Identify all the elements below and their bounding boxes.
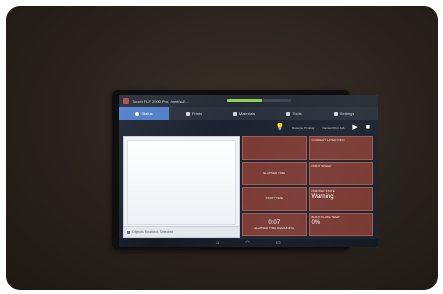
home-icon xyxy=(135,111,140,116)
print-preview[interactable]: Objects Enabled: Selected xyxy=(123,136,240,238)
home-nav-icon[interactable]: ◠ xyxy=(245,240,249,246)
status-tiles: CURRENT LAYER INFO ELAPSED TIME PRINT SP… xyxy=(242,136,373,236)
lightbulb-icon: 💡 xyxy=(275,124,285,131)
tile-label: PRINT SPEED xyxy=(311,163,332,168)
top-bar: Touch FLF 2000 Pro, /mnt/sd/… xyxy=(119,95,378,107)
android-nav-bar: ⌂ ◠ ▭ xyxy=(119,239,378,247)
tile-label: ELAPSED TIME xyxy=(263,170,286,175)
elapsed-label: ELAPSED TIME REMAINING xyxy=(254,225,295,230)
preview-footer-label: Objects Enabled: Selected xyxy=(132,230,174,234)
tab-materials[interactable]: Materials xyxy=(219,107,269,120)
status-tile: CURRENT LAYER INFO xyxy=(308,136,373,160)
app-logo-icon xyxy=(123,98,129,104)
device-screen: Touch FLF 2000 Pro, /mnt/sd/… Status Pri… xyxy=(119,95,378,247)
list-icon xyxy=(185,111,190,116)
back-icon[interactable]: ⌂ xyxy=(216,240,219,246)
tile-label: CURRENT LAYER INFO xyxy=(311,138,345,142)
tab-tools[interactable]: Tools xyxy=(269,107,319,120)
resume-label: Resume Printing xyxy=(292,125,315,130)
app-title: Touch FLF 2000 Pro, /mnt/sd/… xyxy=(132,98,189,104)
tile-label: BUILD PLATE TEMP xyxy=(311,214,340,219)
tab-settings[interactable]: Settings xyxy=(319,107,369,120)
print-progress-bar xyxy=(227,99,291,102)
elapsed-tile: 0:07 ELAPSED TIME REMAINING xyxy=(242,212,307,236)
tile-value: 0% xyxy=(311,219,321,226)
recent-apps-icon[interactable]: ▭ xyxy=(276,240,281,246)
checkbox-icon[interactable] xyxy=(127,230,130,234)
tab-status[interactable]: Status xyxy=(119,107,169,120)
resume-printing-button[interactable]: Resume Printing xyxy=(292,126,314,130)
grid-icon xyxy=(232,111,237,116)
tab-label: Status xyxy=(141,111,153,116)
status-tile: BUILD PLATE TEMP 0% xyxy=(308,212,373,236)
cancel-print-button[interactable]: Cancel Print Job xyxy=(322,126,344,130)
tab-label: Settings xyxy=(339,111,355,116)
cancel-label: Cancel Print Job xyxy=(322,125,345,130)
light-toggle-button[interactable]: 💡 xyxy=(275,124,284,131)
tab-label: Materials xyxy=(238,111,256,116)
tab-prints[interactable]: Prints xyxy=(169,107,219,120)
tab-label: Tools xyxy=(292,111,302,116)
tool-strip: 💡 Resume Printing Cancel Print Job ▶ ■ xyxy=(119,120,378,135)
preview-canvas xyxy=(127,140,236,225)
status-tile-warning: PRINTER STATE Warning xyxy=(308,187,373,211)
status-tile xyxy=(242,136,307,160)
stop-icon: ■ xyxy=(365,124,370,131)
print-progress-fill xyxy=(227,99,263,102)
status-tile: START TIME xyxy=(242,187,307,211)
stop-button[interactable]: ■ xyxy=(366,124,370,131)
tab-label: Prints xyxy=(191,111,203,116)
status-tile: ELAPSED TIME xyxy=(242,161,307,185)
tile-label: PRINTER STATE xyxy=(311,189,335,193)
tile-label: START TIME xyxy=(265,196,283,201)
status-tile: PRINT SPEED xyxy=(308,161,373,185)
tab-bar: Status Prints Materials Tools Settings xyxy=(119,107,378,120)
play-icon: ▶ xyxy=(352,124,358,131)
gear-icon xyxy=(333,111,338,116)
tile-value: Warning xyxy=(311,194,334,200)
play-button[interactable]: ▶ xyxy=(352,124,357,131)
status-main: Objects Enabled: Selected CURRENT LAYER … xyxy=(123,136,373,238)
preview-footer: Objects Enabled: Selected xyxy=(124,226,239,237)
wrench-icon xyxy=(286,111,291,116)
